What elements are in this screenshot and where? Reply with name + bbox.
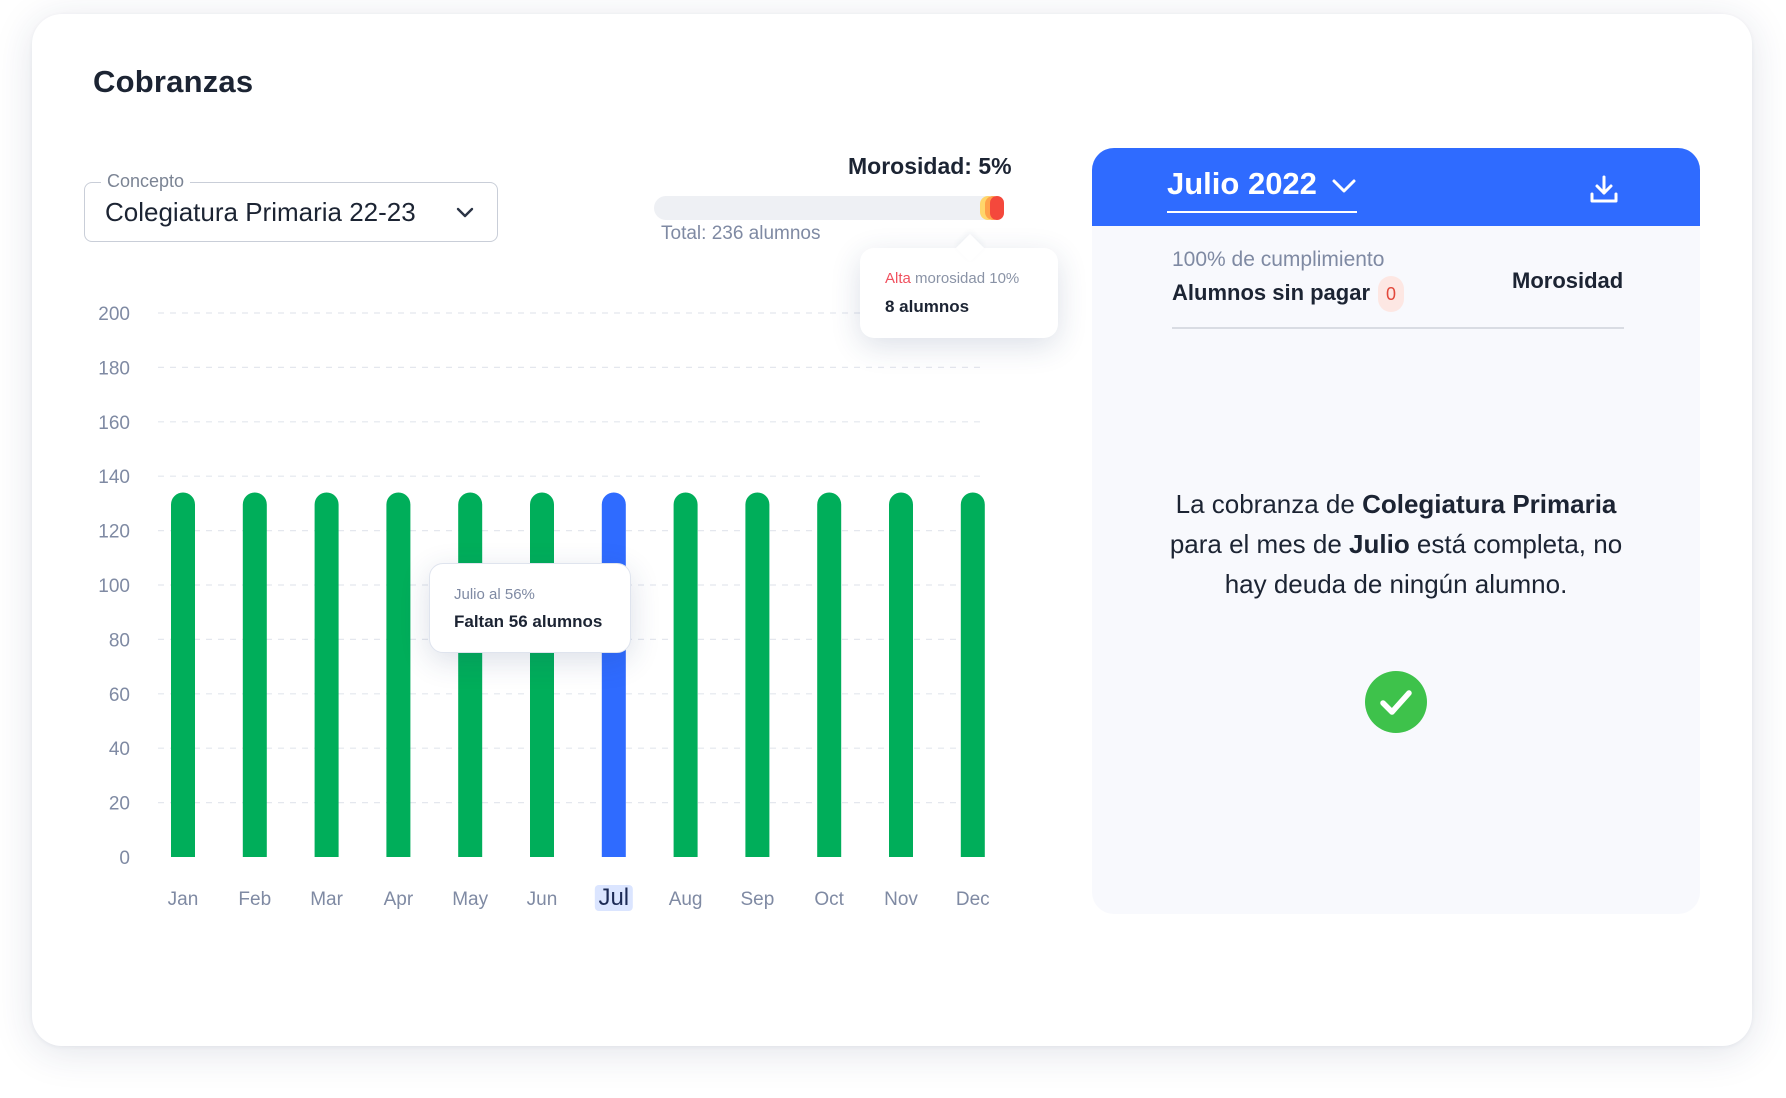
- morosidad-label: Morosidad: 5%: [848, 153, 1012, 179]
- x-tick-label: Feb: [238, 889, 271, 910]
- x-tick-label: Nov: [884, 889, 918, 910]
- bar-sep: [745, 492, 770, 857]
- bar-dec: [960, 492, 985, 857]
- chart-tooltip: Julio al 56% Faltan 56 alumnos: [429, 563, 631, 653]
- bar-jan: [171, 492, 195, 857]
- morosidad-tab[interactable]: Morosidad: [1512, 268, 1623, 294]
- download-icon[interactable]: [1588, 173, 1620, 205]
- bar-may: [458, 492, 483, 857]
- x-tick-label: Jul: [598, 884, 629, 911]
- bar-aug: [673, 492, 698, 857]
- bar-nov: [889, 492, 913, 857]
- y-tick-label: 140: [98, 467, 130, 488]
- message-part: para el mes de: [1169, 529, 1350, 559]
- y-tick-label: 20: [109, 794, 130, 815]
- message-month: Julio: [1349, 529, 1410, 559]
- x-tick-label: Mar: [310, 889, 343, 910]
- y-tick-label: 160: [98, 413, 130, 434]
- x-tick-label: Oct: [814, 889, 844, 910]
- page-title: Cobranzas: [93, 64, 254, 99]
- x-tick-label: Apr: [384, 889, 414, 910]
- alta-rest: morosidad 10%: [910, 270, 1020, 287]
- morosidad-tooltip: Alta morosidad 10% 8 alumnos: [860, 248, 1058, 338]
- morosidad-total: Total: 236 alumnos: [661, 223, 821, 244]
- alta-label: Alta: [885, 270, 911, 287]
- bar-oct: [817, 492, 842, 857]
- month-detail-panel: Julio 2022 100% de cumplimiento Alumnos …: [1092, 148, 1700, 914]
- panel-header: Julio 2022: [1092, 148, 1700, 226]
- concept-select-value: Colegiatura Primaria 22-23: [105, 197, 416, 227]
- message-concept: Colegiatura Primaria: [1362, 489, 1617, 519]
- x-tick-label: Jun: [527, 889, 558, 910]
- y-tick-label: 100: [98, 576, 130, 597]
- chevron-down-icon: [456, 207, 474, 218]
- panel-divider: [1172, 327, 1624, 329]
- y-tick-label: 60: [109, 685, 130, 706]
- x-tick-label: May: [452, 889, 488, 910]
- month-label: Julio 2022: [1167, 166, 1317, 201]
- y-tick-label: 0: [119, 848, 130, 869]
- chevron-down-icon: [1332, 179, 1356, 193]
- unpaid-students-label: Alumnos sin pagar: [1172, 280, 1371, 305]
- compliance-text: 100% de cumplimiento: [1172, 248, 1385, 271]
- y-tick-label: 80: [109, 630, 130, 651]
- unpaid-count-badge: 0: [1378, 276, 1404, 312]
- morosidad-tooltip-students: 8 alumnos: [885, 297, 970, 316]
- x-tick-label: Aug: [669, 889, 703, 910]
- y-tick-label: 180: [98, 358, 130, 379]
- check-circle-icon: [1365, 671, 1427, 733]
- x-tick-label: Jan: [168, 889, 199, 910]
- chart-tooltip-detail: Faltan 56 alumnos: [454, 612, 603, 631]
- concept-select-label: Concepto: [101, 171, 191, 192]
- x-tick-label: Sep: [740, 889, 774, 910]
- morosidad-progress-bar: [654, 196, 1004, 220]
- bar-apr: [386, 492, 411, 857]
- bar-jul: [601, 492, 626, 857]
- completion-message: La cobranza de Colegiatura Primaria para…: [1152, 484, 1640, 604]
- morosidad-tooltip-title: Alta morosidad 10%: [885, 270, 1019, 287]
- bar-mar: [314, 492, 339, 857]
- bar-jun: [530, 492, 554, 857]
- month-selector[interactable]: Julio 2022: [1167, 166, 1357, 213]
- concept-select[interactable]: Concepto Colegiatura Primaria 22-23: [84, 171, 498, 242]
- morosidad-marker-high: [990, 196, 1004, 220]
- y-tick-label: 120: [98, 522, 130, 543]
- x-tick-label: Dec: [956, 889, 990, 910]
- message-part: La cobranza de: [1175, 489, 1363, 519]
- y-tick-label: 40: [109, 739, 130, 760]
- chart-tooltip-title: Julio al 56%: [454, 586, 535, 603]
- bar-feb: [242, 492, 267, 857]
- y-tick-label: 200: [98, 304, 130, 325]
